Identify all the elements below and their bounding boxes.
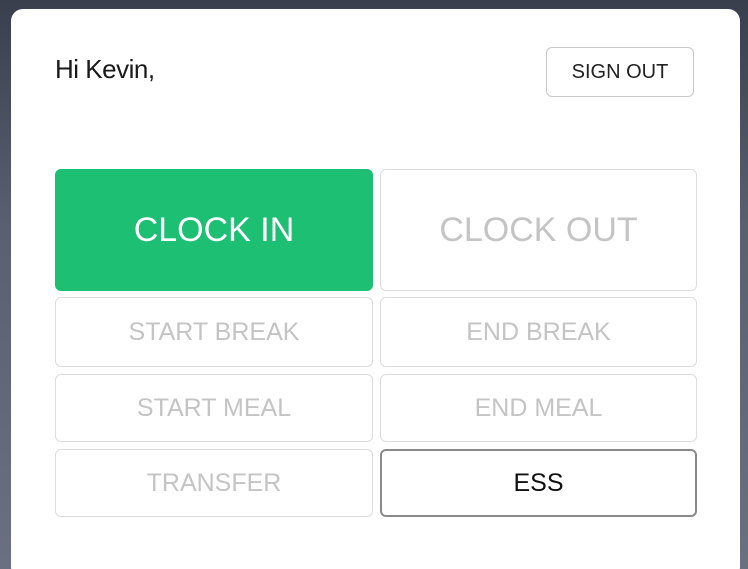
sign-out-button[interactable]: SIGN OUT [546, 47, 694, 97]
timeclock-card: Hi Kevin, SIGN OUT CLOCK IN CLOCK OUT ST… [11, 9, 740, 569]
clock-out-button[interactable]: CLOCK OUT [380, 169, 697, 291]
greeting-text: Hi Kevin, [55, 54, 155, 84]
ess-button[interactable]: ESS [380, 449, 697, 517]
end-break-button[interactable]: END BREAK [380, 297, 697, 367]
clock-in-button[interactable]: CLOCK IN [55, 169, 373, 291]
start-meal-button[interactable]: START MEAL [55, 374, 373, 442]
start-break-button[interactable]: START BREAK [55, 297, 373, 367]
transfer-button[interactable]: TRANSFER [55, 449, 373, 517]
end-meal-button[interactable]: END MEAL [380, 374, 697, 442]
